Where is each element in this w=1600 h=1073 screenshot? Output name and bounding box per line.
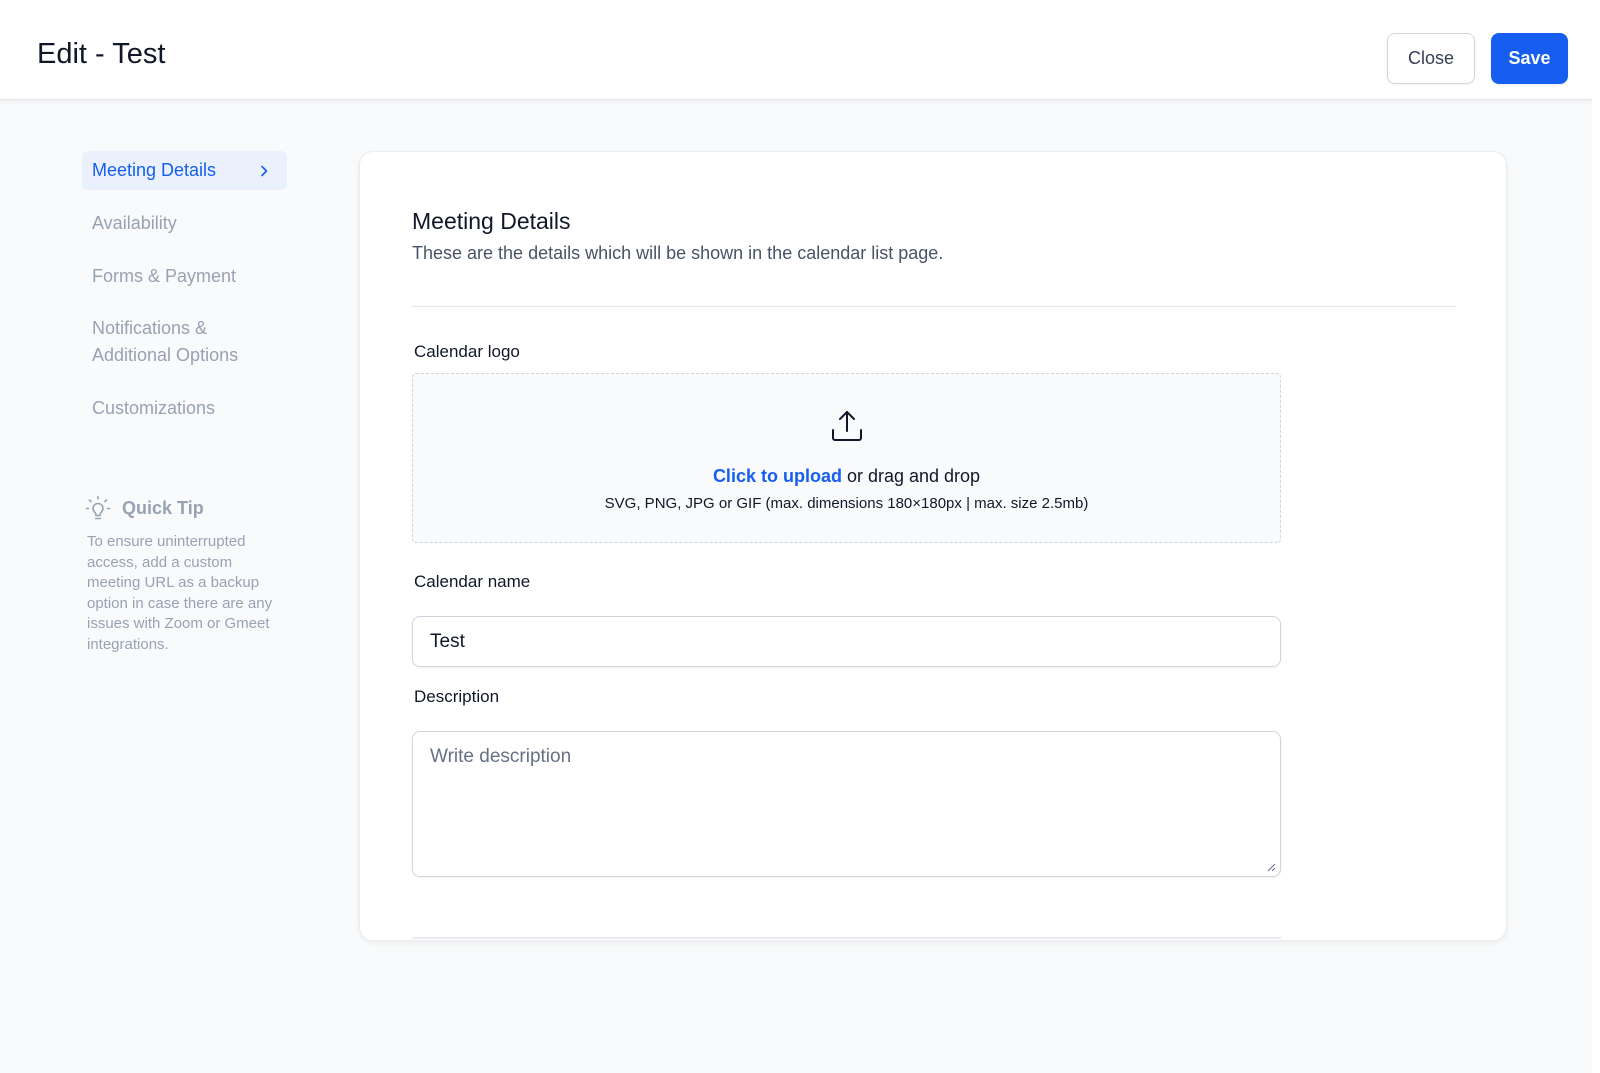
sidebar-item-availability[interactable]: Availability: [82, 202, 287, 245]
sidebar-item-label: Notifications & Additional Options: [92, 318, 239, 365]
description-placeholder: Write description: [430, 746, 572, 767]
sidebar-item-meeting-details[interactable]: Meeting Details: [82, 151, 287, 190]
click-to-upload-link[interactable]: Click to upload: [713, 466, 842, 486]
section-subtitle: These are the details which will be show…: [412, 243, 944, 263]
quick-tip-title: Quick Tip: [122, 497, 204, 518]
scrollbar-track: [1592, 0, 1600, 1073]
sidebar-item-label: Meeting Details: [92, 160, 217, 180]
quick-tip: Quick Tip To ensure uninterrupted access…: [84, 494, 284, 656]
sidebar-item-label: Forms & Payment: [92, 266, 237, 286]
sidebar-item-forms-payment[interactable]: Forms & Payment: [82, 255, 287, 298]
calendar-name-label: Calendar name: [414, 572, 531, 591]
upload-hint: SVG, PNG, JPG or GIF (max. dimensions 18…: [604, 495, 1089, 512]
page-title: Edit - Test: [37, 38, 166, 70]
sidebar-item-notifications[interactable]: Notifications & Additional Options: [82, 307, 287, 377]
sidebar-item-label: Availability: [92, 213, 177, 233]
description-label: Description: [414, 687, 500, 706]
quick-tip-text: To ensure uninterrupted access, add a cu…: [87, 533, 273, 653]
divider: [412, 937, 1281, 939]
chevron-right-icon: [261, 165, 268, 176]
description-textarea[interactable]: Write description: [412, 731, 1281, 877]
calendar-logo-label: Calendar logo: [414, 342, 520, 361]
section-title: Meeting Details: [412, 208, 571, 234]
meeting-details-card: Meeting Details These are the details wh…: [359, 151, 1507, 941]
resize-handle-icon[interactable]: [1266, 862, 1276, 872]
calendar-name-value: Test: [430, 630, 465, 652]
header-bar: Edit - Test Close Save: [0, 0, 1592, 100]
upload-icon: [832, 411, 862, 441]
divider: [412, 306, 1456, 307]
calendar-name-input[interactable]: Test: [412, 616, 1281, 667]
sidebar-item-customizations[interactable]: Customizations: [82, 387, 287, 430]
logo-upload-dropzone[interactable]: Click to upload or drag and drop SVG, PN…: [412, 373, 1281, 543]
close-button[interactable]: Close: [1387, 33, 1475, 84]
lightbulb-icon: [85, 495, 111, 520]
sidebar-item-label: Customizations: [92, 398, 216, 418]
save-button[interactable]: Save: [1491, 33, 1568, 84]
drag-drop-text: or drag and drop: [841, 466, 981, 486]
